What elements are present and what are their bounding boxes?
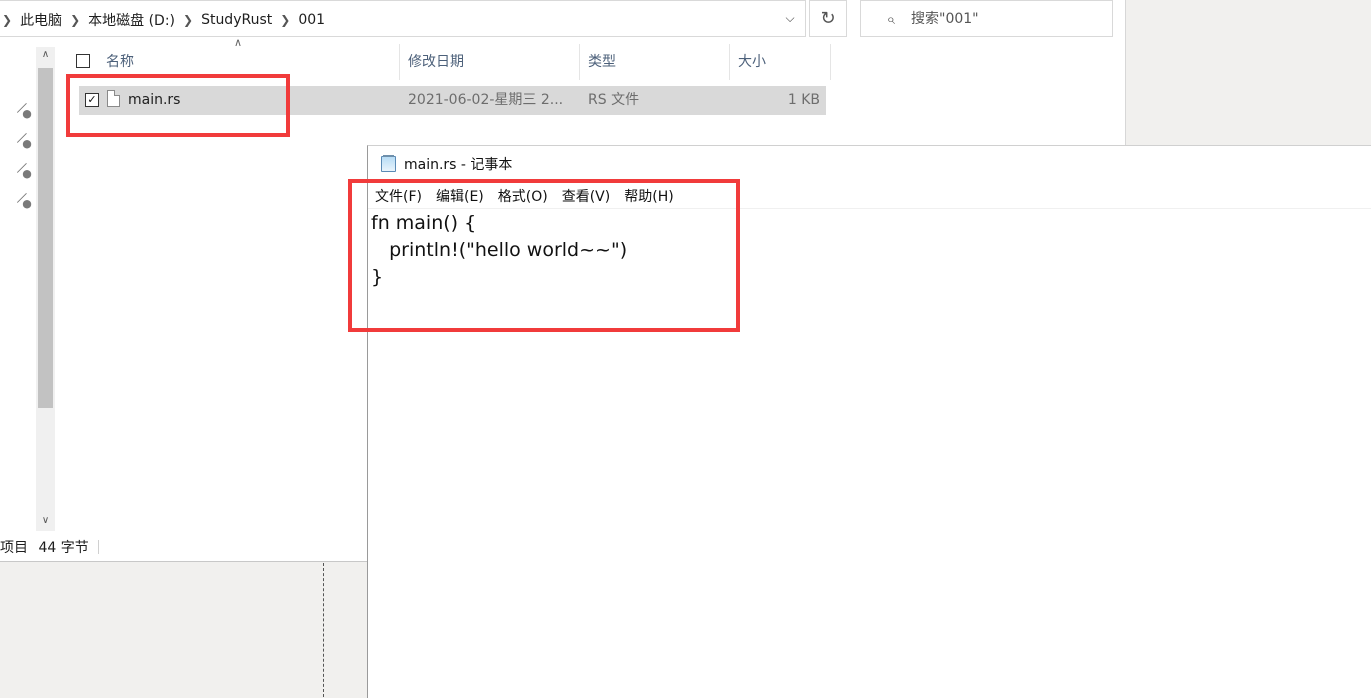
window-title: main.rs - 记事本 <box>404 157 513 173</box>
highlight-box-code <box>348 179 740 332</box>
column-date-modified[interactable]: 修改日期 <box>400 44 580 80</box>
select-all-checkbox[interactable] <box>76 54 90 68</box>
search-box[interactable]: ⌕ <box>860 0 1113 37</box>
status-items-label: 项目 <box>0 540 28 556</box>
breadcrumb-item-001[interactable]: 001 <box>298 12 325 28</box>
status-bar: 项目 44 字节 <box>0 537 89 557</box>
breadcrumb-item-this-pc[interactable]: 此电脑 <box>20 10 62 30</box>
chevron-right-icon: ❯ <box>2 13 13 27</box>
notepad-title-bar[interactable]: main.rs - 记事本 <box>368 146 1371 182</box>
file-type: RS 文件 <box>588 92 640 108</box>
pin-icon[interactable]: │● <box>15 131 36 152</box>
scroll-down-chevron-icon[interactable]: ∨ <box>36 512 55 530</box>
navigation-pane: │● │● │● │● <box>0 47 36 537</box>
pin-icon[interactable]: │● <box>15 191 36 212</box>
chevron-right-icon: ❯ <box>280 13 291 27</box>
refresh-icon[interactable]: ↻ <box>809 0 847 37</box>
chevron-right-icon: ❯ <box>183 13 194 27</box>
pin-icon[interactable]: │● <box>15 161 36 182</box>
address-dropdown-chevron-down-icon[interactable]: ⌵ <box>776 1 804 36</box>
search-input[interactable] <box>909 9 1103 28</box>
search-icon: ⌕ <box>886 9 895 28</box>
scroll-up-chevron-icon[interactable]: ∧ <box>36 47 55 63</box>
highlight-box-file <box>66 74 290 137</box>
pin-icon[interactable]: │● <box>15 101 36 122</box>
scrollbar-thumb[interactable] <box>38 68 53 408</box>
column-size[interactable]: 大小 <box>730 44 831 80</box>
breadcrumb-item-studyrust[interactable]: StudyRust <box>201 12 272 28</box>
breadcrumb-item-drive-d[interactable]: 本地磁盘 (D:) <box>88 10 175 30</box>
file-date: 2021-06-02-星期三 2... <box>408 92 564 108</box>
breadcrumb: ❯ 此电脑 ❯ 本地磁盘 (D:) ❯ StudyRust ❯ 001 <box>0 10 325 30</box>
chevron-right-icon: ❯ <box>70 13 81 27</box>
status-divider <box>98 540 99 554</box>
column-type[interactable]: 类型 <box>580 44 730 80</box>
status-selection-size: 44 字节 <box>38 540 89 556</box>
address-bar[interactable]: ❯ 此电脑 ❯ 本地磁盘 (D:) ❯ StudyRust ❯ 001 ⌵ <box>0 0 806 37</box>
file-size: 1 KB <box>787 92 820 108</box>
dashed-guide-line <box>323 563 324 697</box>
notepad-icon <box>381 155 396 172</box>
